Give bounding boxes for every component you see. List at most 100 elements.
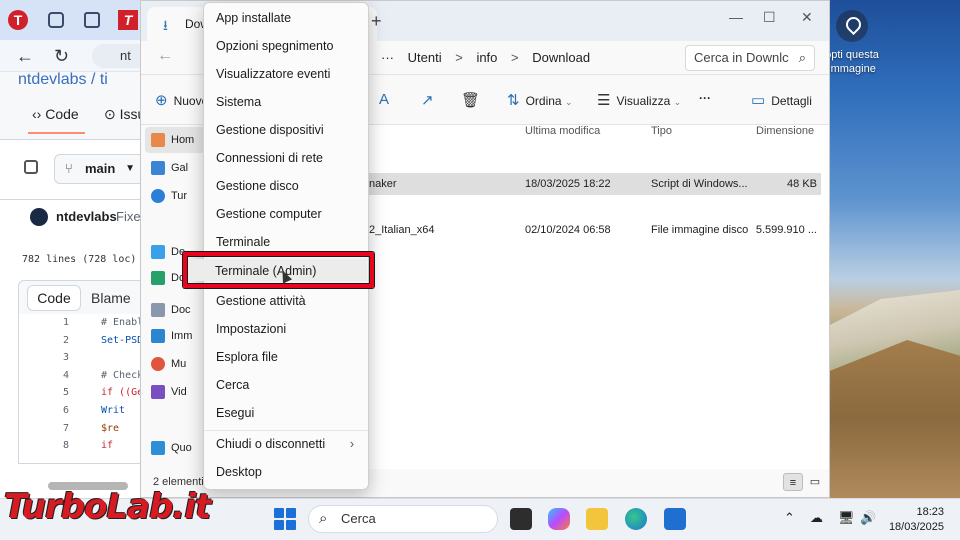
- picture-icon: [151, 329, 165, 343]
- blame-view-button[interactable]: Blame: [91, 285, 131, 311]
- taskbar-search[interactable]: ⌕ Cerca: [308, 505, 498, 533]
- menu-item-run[interactable]: Esegui: [208, 400, 364, 426]
- volume-icon[interactable]: 🔊: [860, 510, 876, 526]
- code-viewer: 1 # Enabl 2 Set-PSD 3 4 # Check 5 if ((Ge 6 …: [18, 314, 148, 464]
- sidebar-item-pictures[interactable]: Imm: [145, 323, 205, 349]
- share-button[interactable]: ↗: [421, 91, 440, 109]
- line-number: 3: [62, 352, 69, 364]
- breadcrumb-separator[interactable]: >: [511, 50, 519, 65]
- breadcrumb-utenti[interactable]: Utenti: [408, 50, 442, 65]
- tab-code[interactable]: ‹› Code: [28, 106, 85, 134]
- branch-bar: ⑂ main ▼: [0, 140, 148, 200]
- windows-start-icon[interactable]: [274, 508, 296, 530]
- sidebar-item-label: Quo: [171, 442, 192, 454]
- column-header-modified[interactable]: Ultima modifica: [525, 125, 600, 137]
- watermark-text: TurboLab.it: [4, 487, 211, 527]
- menu-item-network-connections[interactable]: Connessioni di rete: [208, 145, 364, 171]
- menu-item-file-explorer[interactable]: Esplora file: [208, 344, 364, 370]
- menu-item-desktop[interactable]: Desktop: [208, 459, 364, 485]
- wallpaper-hill: [828, 340, 960, 498]
- breadcrumb-overflow[interactable]: ···: [381, 50, 394, 65]
- computer-icon: [151, 441, 165, 455]
- view-label: Visualizza: [616, 94, 671, 108]
- breadcrumb-info[interactable]: info: [476, 50, 497, 65]
- code-line: 1 # Enabl: [19, 314, 147, 332]
- new-tab-button[interactable]: +: [371, 11, 382, 32]
- menu-item-search[interactable]: Cerca: [208, 372, 364, 398]
- sidebar-item-gallery[interactable]: Gal: [145, 155, 205, 181]
- file-size: 48 KB: [787, 178, 817, 190]
- details-view-icon[interactable]: ≡: [783, 473, 803, 491]
- browser-window: T T ← ↻ nt ntdevlabs / ti ‹› Code ⊙ Issu…: [0, 0, 162, 498]
- line-number: 2: [62, 334, 69, 346]
- new-button[interactable]: ⊕ Nuovo: [155, 91, 208, 109]
- minimize-icon[interactable]: —: [729, 9, 743, 25]
- branch-selector[interactable]: ⑂ main ▼: [54, 154, 144, 184]
- breadcrumb[interactable]: ··· Utenti > info > Download: [381, 41, 600, 75]
- branch-icon: ⑂: [65, 161, 73, 176]
- sidebar-item-this-pc[interactable]: Quo: [145, 435, 205, 461]
- sidebar-item-music[interactable]: Mu: [145, 351, 205, 377]
- menu-item-installed-apps[interactable]: App installate: [208, 5, 364, 31]
- sidebar-item-onedrive[interactable]: Tur: [145, 183, 205, 209]
- maximize-icon[interactable]: ☐: [763, 9, 776, 26]
- details-button[interactable]: ▭ Dettagli: [751, 91, 812, 109]
- menu-item-system[interactable]: Sistema: [208, 89, 364, 115]
- more-options-button[interactable]: ···: [699, 91, 711, 105]
- close-icon[interactable]: ✕: [801, 9, 813, 26]
- code-line: 6 Writ: [19, 402, 147, 420]
- code-icon: ‹›: [32, 106, 42, 122]
- sort-button[interactable]: ⇅ Ordina ⌄: [507, 91, 573, 109]
- chevron-down-icon: ⌄: [673, 97, 682, 107]
- menu-item-task-manager[interactable]: Gestione attività: [208, 288, 364, 314]
- branch-name: main: [85, 161, 116, 176]
- column-header-type[interactable]: Tipo: [651, 125, 672, 137]
- details-label: Dettagli: [771, 94, 812, 108]
- file-explorer-app-icon[interactable]: [586, 508, 608, 530]
- commit-author[interactable]: ntdevlabs: [56, 209, 117, 224]
- breadcrumb-download[interactable]: Download: [532, 50, 590, 65]
- plus-icon: ⊕: [155, 92, 168, 109]
- delete-button[interactable]: 🗑: [461, 91, 486, 109]
- menu-item-settings[interactable]: Impostazioni: [208, 316, 364, 342]
- sidebar-item-home[interactable]: Hom: [145, 127, 205, 153]
- back-arrow-icon[interactable]: ←: [16, 46, 34, 67]
- copilot-app-icon[interactable]: [548, 508, 570, 530]
- menu-item-shutdown-signout[interactable]: Chiudi o disconnetti ›: [208, 431, 364, 457]
- store-app-icon[interactable]: [664, 508, 686, 530]
- wallpaper-info-widget[interactable]: opti questa immagine: [824, 8, 880, 76]
- menu-item-device-manager[interactable]: Gestione dispositivi: [208, 117, 364, 143]
- workspaces-icon[interactable]: [48, 12, 64, 28]
- menu-item-computer-management[interactable]: Gestione computer: [208, 201, 364, 227]
- edge-app-icon[interactable]: [625, 508, 647, 530]
- repo-breadcrumb[interactable]: ntdevlabs / ti: [0, 72, 148, 94]
- code-line: 8 if: [19, 437, 147, 455]
- wallpaper-info-line1: opti questa: [825, 49, 879, 61]
- tiles-view-icon[interactable]: ▭: [805, 473, 825, 491]
- menu-item-event-viewer[interactable]: Visualizzatore eventi: [208, 61, 364, 87]
- sidebar-item-videos[interactable]: Vid: [145, 379, 205, 405]
- system-clock[interactable]: 18:23 18/03/2025: [889, 505, 944, 535]
- sidebar-item-documents[interactable]: Doc: [145, 297, 205, 323]
- line-content: # Check: [101, 369, 144, 381]
- rename-button[interactable]: A: [379, 91, 395, 108]
- column-header-size[interactable]: Dimensione: [756, 125, 814, 137]
- refresh-icon[interactable]: ↻: [54, 46, 69, 67]
- tab-actions-icon[interactable]: [84, 12, 100, 28]
- network-icon[interactable]: 🖥: [838, 510, 855, 526]
- terminal-app-icon[interactable]: [510, 508, 532, 530]
- chevron-up-icon[interactable]: ⌃: [784, 510, 795, 526]
- avatar[interactable]: [30, 208, 48, 226]
- active-tab-favicon-icon[interactable]: T: [118, 10, 138, 30]
- menu-item-disk-management[interactable]: Gestione disco: [208, 173, 364, 199]
- menu-item-power-options[interactable]: Opzioni spegnimento: [208, 33, 364, 59]
- search-input[interactable]: Cerca in Downlc ⌕: [685, 45, 815, 71]
- side-panel-icon[interactable]: [24, 160, 38, 174]
- breadcrumb-separator[interactable]: >: [455, 50, 463, 65]
- turbolab-tab-logo-icon[interactable]: T: [8, 10, 28, 30]
- code-view-button[interactable]: Code: [27, 285, 81, 311]
- menu-item-terminal-admin[interactable]: Terminale (Admin): [190, 259, 367, 281]
- view-button[interactable]: ☰ Visualizza ⌄: [597, 91, 681, 109]
- cloud-icon[interactable]: ☁: [810, 510, 823, 526]
- back-arrow-icon[interactable]: ←: [157, 47, 173, 65]
